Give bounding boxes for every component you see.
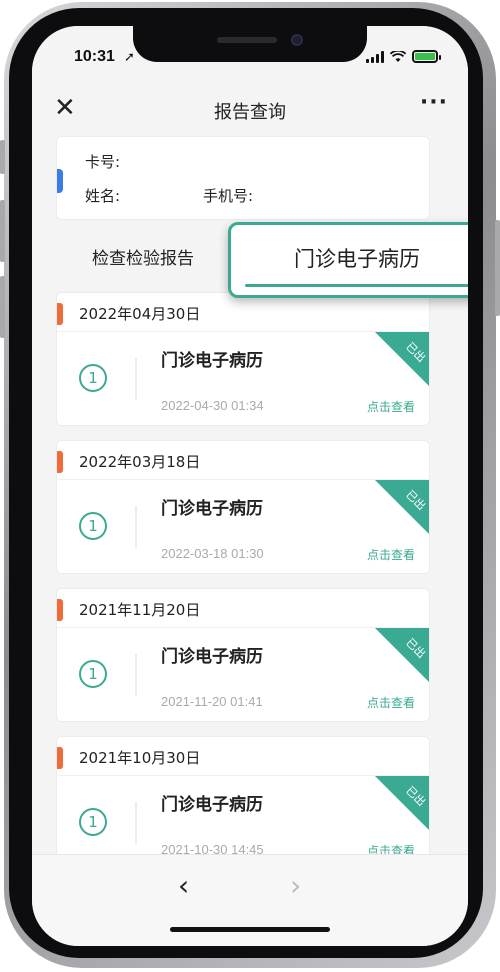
report-title: 门诊电子病历 [161,499,263,519]
report-item[interactable]: 1 门诊电子病历 2022-03-18 01:30 点击查看 已出 [57,479,429,573]
silent-switch [0,140,5,174]
name-label: 姓名: [85,187,121,205]
group-date: 2021年11月20日 [79,601,201,619]
power-button [495,220,500,316]
report-group: 2022年03月18日 1 门诊电子病历 2022-03-18 01:30 点击… [56,440,430,574]
browser-bottom-bar: ‹ › [32,854,468,946]
location-icon: ➚ [124,50,135,65]
speaker-grille [217,37,277,43]
view-link[interactable]: 点击查看 [367,398,415,415]
battery-icon [412,50,441,63]
signal-icon [366,50,384,63]
wifi-icon [390,50,406,62]
divider [135,506,137,548]
phone-label: 手机号: [203,187,254,205]
group-date: 2022年04月30日 [79,305,201,323]
report-item[interactable]: 1 门诊电子病历 2021-11-20 01:41 点击查看 已出 [57,627,429,721]
active-tab-underline [245,284,468,287]
navigation-bar: ✕ 报告查询 ··· [32,88,468,132]
report-time: 2022-04-30 01:34 [161,398,264,413]
divider [135,358,137,400]
chevron-right-icon[interactable]: › [290,869,301,902]
report-title: 门诊电子病历 [161,647,263,667]
tab-outpatient-records[interactable]: 门诊电子病历 [228,222,468,298]
card-number-label: 卡号: [85,153,121,171]
date-accent [57,747,63,769]
page-title: 报告查询 [214,102,286,123]
date-accent [57,451,63,473]
more-icon[interactable]: ··· [420,90,448,115]
patient-info-card: 卡号: 姓名: 手机号: [56,136,430,220]
group-date: 2022年03月18日 [79,453,201,471]
volume-up-button [0,200,5,262]
report-group: 2021年11月20日 1 门诊电子病历 2021-11-20 01:41 点击… [56,588,430,722]
report-time: 2022-03-18 01:30 [161,546,264,561]
volume-down-button [0,276,5,338]
info-card-accent [57,169,63,193]
home-indicator[interactable] [170,927,330,932]
tab-exam-reports[interactable]: 检查检验报告 [92,244,194,269]
phone-screen: 10:31 ➚ ✕ 报告查询 ··· 卡号: 姓名: 手机号: 检查检验报告 门… [32,26,468,946]
report-item[interactable]: 1 门诊电子病历 2022-04-30 01:34 点击查看 已出 [57,331,429,425]
tab-outpatient-records-label: 门诊电子病历 [294,247,420,271]
divider [135,802,137,844]
front-camera [291,34,303,46]
report-time: 2021-11-20 01:41 [161,694,263,709]
report-number-badge: 1 [79,512,107,540]
chevron-left-icon[interactable]: ‹ [178,869,189,902]
view-link[interactable]: 点击查看 [367,546,415,563]
status-icons [366,50,441,63]
report-title: 门诊电子病历 [161,795,263,815]
date-accent [57,599,63,621]
divider [135,654,137,696]
report-group: 2021年10月30日 1 门诊电子病历 2021-10-30 14:45 点击… [56,736,430,870]
report-number-badge: 1 [79,808,107,836]
date-accent [57,303,63,325]
notch [133,26,367,62]
group-date: 2021年10月30日 [79,749,201,767]
view-link[interactable]: 点击查看 [367,694,415,711]
report-number-badge: 1 [79,364,107,392]
report-number-badge: 1 [79,660,107,688]
report-group: 2022年04月30日 1 门诊电子病历 2022-04-30 01:34 点击… [56,292,430,426]
status-time: 10:31 [74,48,115,65]
report-title: 门诊电子病历 [161,351,263,371]
